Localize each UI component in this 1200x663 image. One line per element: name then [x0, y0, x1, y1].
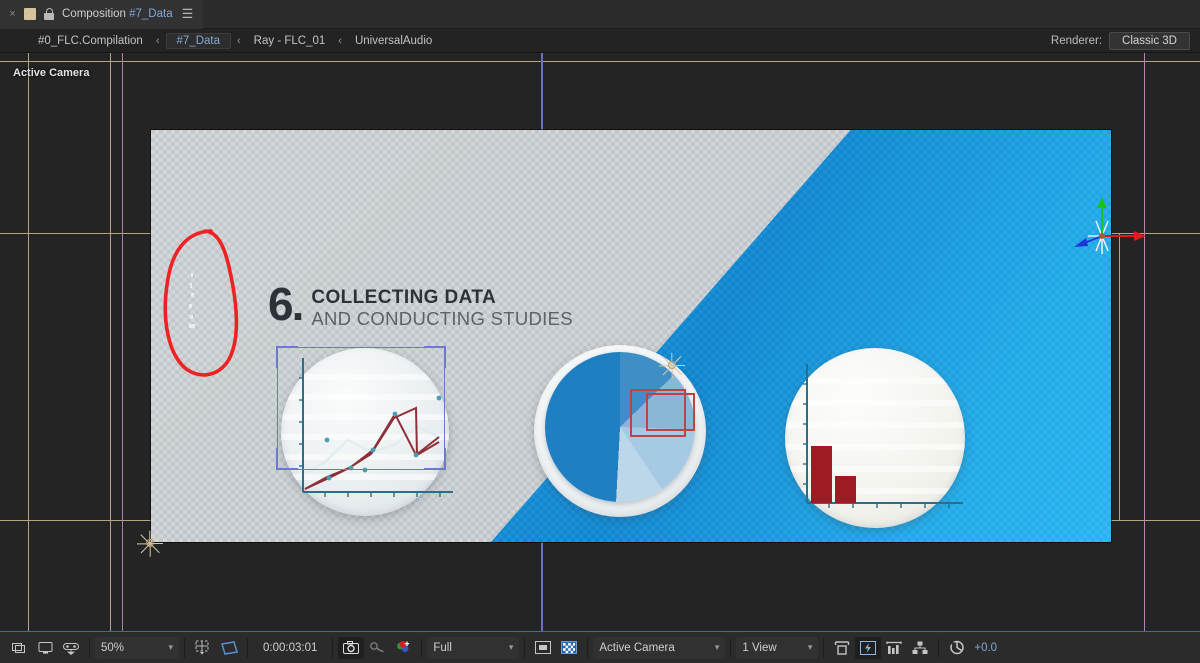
comp-flowchart-icon[interactable] [907, 637, 933, 659]
channel-rgb-icon[interactable] [390, 637, 416, 659]
breadcrumb-item-3[interactable]: UniversalAudio [348, 33, 439, 49]
reset-exposure-icon[interactable] [944, 637, 970, 659]
lock-icon[interactable] [43, 7, 55, 21]
guide-vertical-pink-right[interactable] [1144, 53, 1145, 631]
composition-viewer[interactable]: Active Camera 6. COLLECTING DATA AND CON… [0, 53, 1200, 631]
zoom-level-value: 50% [101, 641, 125, 654]
selection-edge-top [298, 347, 424, 348]
after-effects-composition-panel: × Composition #7_Data ☰ #0_FLC.Compilati… [0, 0, 1200, 663]
viewer-toolbar: 50% ▾ 0:00:03:01 Full ▾ Active Camera ▾ … [0, 631, 1200, 663]
breadcrumb-separator-1: ‹ [237, 34, 241, 47]
toolbar-divider [421, 637, 423, 658]
breadcrumb-item-2[interactable]: Ray - FLC_01 [247, 33, 333, 49]
chevron-down-icon: ▾ [714, 642, 720, 652]
selection-handle-top-left[interactable] [276, 346, 298, 368]
toolbar-divider [247, 637, 248, 658]
exposure-value[interactable]: +0.0 [970, 642, 997, 654]
resolution-select[interactable]: Full ▾ [427, 636, 520, 659]
composition-tab[interactable]: × Composition #7_Data ☰ [0, 0, 204, 29]
roi-tool-icon[interactable] [829, 637, 855, 659]
slide-number: 6. [268, 278, 304, 330]
active-camera-label: Active Camera [13, 67, 90, 79]
chevron-down-icon: ▾ [168, 642, 173, 652]
view-layout-value: 1 View [742, 641, 777, 654]
composition-title-block: 6. COLLECTING DATA AND CONDUCTING STUDIE… [268, 278, 573, 330]
guide-bracket-right [1119, 233, 1120, 520]
fast-previews-icon[interactable] [855, 636, 882, 659]
camera-snapshot-icon[interactable] [338, 636, 365, 659]
page-subtitle: AND CONDUCTING STUDIES [311, 307, 573, 329]
always-preview-icon[interactable] [6, 637, 32, 659]
resolution-value: Full [433, 641, 452, 654]
close-icon[interactable]: × [8, 8, 17, 20]
selection-edge-bottom [298, 469, 424, 470]
toolbar-divider [938, 637, 940, 658]
toolbar-divider [184, 637, 185, 658]
panel-menu-icon[interactable]: ☰ [182, 6, 194, 22]
breadcrumb-bar: #0_FLC.Compilation ‹ #7_Data ‹ Ray - FLC… [0, 29, 1200, 53]
line-chart-plot [299, 358, 453, 497]
guide-vertical-left-outer[interactable] [28, 53, 29, 631]
selection-handle-bottom-left[interactable] [276, 448, 298, 470]
breadcrumb-item-1[interactable]: #7_Data [165, 32, 231, 49]
panel-title: Composition #7_Data [62, 8, 173, 20]
toggle-mask-icon[interactable] [530, 637, 556, 659]
panel-title-prefix: Composition [62, 8, 126, 20]
selection-handle-top-right[interactable] [424, 346, 446, 368]
transparency-grid-icon[interactable] [556, 637, 582, 659]
chevron-down-icon: ▾ [807, 642, 813, 652]
current-timecode[interactable]: 0:00:03:01 [253, 642, 327, 654]
light-gizmo-bottom-left[interactable] [136, 529, 164, 557]
renderer-label: Renderer: [1050, 34, 1103, 47]
guide-horizontal-top[interactable] [0, 61, 1200, 62]
page-title: COLLECTING DATA [311, 287, 497, 308]
selection-edge-left [277, 367, 278, 449]
panel-title-name: #7_Data [129, 8, 173, 20]
renderer-control: Renderer: Classic 3D [1050, 31, 1200, 50]
view-camera-select[interactable]: Active Camera ▾ [593, 636, 726, 659]
toolbar-divider [89, 637, 90, 658]
toolbar-divider [587, 637, 589, 658]
selection-handle-bottom-right[interactable] [424, 448, 446, 470]
guide-bracket-left [110, 233, 111, 520]
breadcrumb-item-0[interactable]: #0_FLC.Compilation [31, 33, 150, 49]
show-snapshot-icon[interactable] [364, 637, 390, 659]
toolbar-divider [730, 637, 732, 658]
main-viewer-icon[interactable] [32, 637, 58, 659]
3d-axis-gizmo[interactable] [1060, 196, 1150, 266]
grid-guides-icon[interactable] [190, 637, 216, 659]
zoom-level-select[interactable]: 50% ▾ [95, 636, 179, 659]
breadcrumb-separator-0: ‹ [155, 34, 160, 47]
toolbar-divider [332, 637, 334, 658]
panel-tab-bar: × Composition #7_Data ☰ [0, 0, 1200, 29]
breadcrumb-separator-2: ‹ [338, 34, 342, 47]
light-gizmo-pie[interactable] [658, 351, 686, 379]
toolbar-divider [524, 637, 526, 658]
guide-vertical-pink-left[interactable] [122, 53, 123, 631]
selection-edge-right [444, 367, 445, 449]
3d-glasses-icon[interactable] [58, 637, 84, 659]
guide-bracket-right-bottom [1110, 520, 1120, 521]
chevron-down-icon: ▾ [508, 642, 514, 652]
region-of-interest-icon[interactable] [216, 637, 242, 659]
bar-chart-plot [803, 364, 963, 508]
timeline-graph-icon[interactable] [881, 637, 907, 659]
composition-color-swatch [24, 8, 36, 20]
toolbar-divider [823, 637, 825, 658]
red-annotation-rect-2 [646, 393, 695, 431]
composition-frame: 6. COLLECTING DATA AND CONDUCTING STUDIE… [151, 130, 1111, 542]
breadcrumb: #0_FLC.Compilation ‹ #7_Data ‹ Ray - FLC… [0, 32, 439, 49]
view-layout-select[interactable]: 1 View ▾ [736, 636, 819, 659]
view-camera-value: Active Camera [599, 641, 675, 654]
renderer-button[interactable]: Classic 3D [1109, 31, 1190, 50]
